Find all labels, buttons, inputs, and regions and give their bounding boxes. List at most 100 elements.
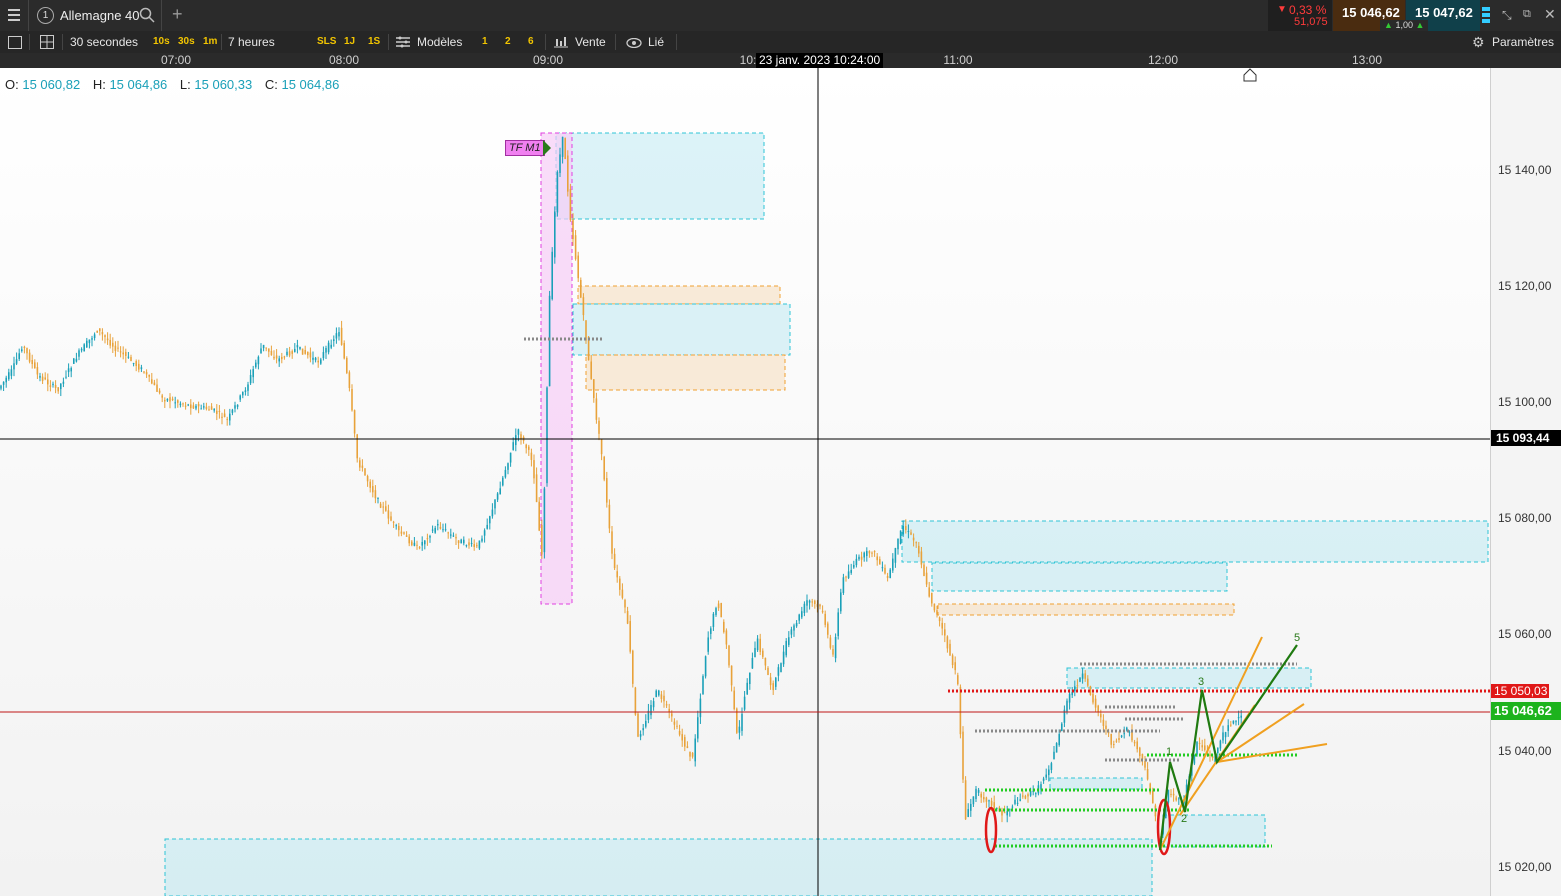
price-tick: 15 020,00 — [1498, 860, 1552, 874]
candle-body — [1204, 745, 1206, 750]
candle-body — [1123, 733, 1125, 735]
candle-body — [356, 434, 358, 459]
candle-body — [1024, 795, 1027, 799]
chart-area[interactable]: O: 15 060,82 H: 15 064,86 L: 15 060,33 C… — [0, 68, 1490, 896]
candle-body — [496, 493, 499, 500]
candle-body — [598, 420, 600, 434]
candle-body — [515, 435, 517, 446]
close-icon[interactable]: ✕ — [1544, 6, 1556, 23]
quick-interval-1m[interactable]: 1m — [203, 31, 217, 53]
quick-interval-30s[interactable]: 30s — [178, 31, 195, 53]
candle-body — [187, 404, 189, 406]
candle-body — [759, 638, 761, 652]
candle-body — [23, 346, 26, 348]
candle-body — [239, 395, 241, 400]
supply-demand-zone — [577, 285, 781, 305]
candle-body — [832, 649, 834, 655]
candle-body — [301, 348, 304, 355]
add-tab-icon[interactable]: + — [172, 4, 183, 25]
candle-body — [1097, 705, 1099, 713]
candle-body — [114, 345, 117, 351]
range-select[interactable]: 7 heures — [228, 31, 275, 53]
candle-body — [54, 384, 57, 389]
sell-button[interactable]: Vente — [575, 31, 606, 53]
candle-body — [1217, 747, 1219, 754]
candle-body — [398, 525, 400, 531]
candle-body — [244, 390, 247, 392]
candle-body — [837, 612, 839, 637]
candle-body — [491, 509, 494, 517]
quick-range-1j[interactable]: 1J — [344, 31, 355, 53]
candle-body — [1136, 741, 1138, 750]
settings-button[interactable]: Paramètres — [1492, 31, 1554, 53]
layout-grid-icon[interactable] — [40, 35, 54, 52]
search-icon[interactable] — [139, 7, 155, 26]
candle-body — [572, 219, 574, 240]
candle-body — [704, 656, 707, 677]
popout-icon[interactable]: ⧉ — [1523, 8, 1531, 21]
candle-body — [824, 613, 826, 625]
price-tick: 15 140,00 — [1498, 163, 1552, 177]
candle-body — [600, 439, 603, 455]
settings-gear-icon[interactable]: ⚙ — [1472, 34, 1485, 51]
candle-body — [416, 544, 418, 546]
ohlc-l-label: L: — [179, 77, 191, 92]
candle-body — [720, 603, 722, 618]
candle-body — [1100, 713, 1102, 718]
candle-body — [866, 550, 868, 556]
price-tick: 15 100,00 — [1498, 395, 1552, 409]
minimize-icon[interactable]: ⤡ — [1502, 8, 1512, 23]
candle-body — [265, 347, 267, 349]
candle-body — [676, 725, 678, 727]
candle-body — [221, 416, 223, 418]
candle-body — [603, 456, 605, 480]
candle-body — [1081, 673, 1084, 679]
candle-body — [270, 350, 273, 356]
templates-icon[interactable] — [396, 36, 410, 51]
candle-body — [5, 377, 7, 383]
eye-icon[interactable] — [626, 37, 642, 51]
candle-body — [951, 655, 954, 666]
candle-body — [569, 189, 572, 220]
menu-icon[interactable] — [8, 9, 20, 21]
candle-body — [520, 434, 522, 440]
tf-m1-tag[interactable]: TF M1 — [505, 140, 545, 156]
templates-button[interactable]: Modèles — [417, 31, 462, 53]
template-slot-6[interactable]: 6 — [528, 31, 534, 53]
quick-range-1s[interactable]: 1S — [368, 31, 380, 53]
candle-body — [624, 599, 626, 608]
candle-body — [424, 540, 426, 545]
candle-body — [593, 379, 595, 399]
candle-body — [158, 390, 161, 393]
candle-body — [931, 592, 933, 604]
supply-demand-zone — [931, 562, 1228, 592]
candle-body — [517, 429, 520, 435]
home-icon[interactable] — [1243, 68, 1257, 85]
candle-body — [372, 486, 374, 493]
candle-body — [821, 610, 824, 613]
time-axis[interactable]: 07:00 08:00 09:00 10: 11:00 12:00 13:00 … — [0, 53, 1490, 68]
candle-body — [574, 235, 577, 260]
candle-body — [73, 358, 75, 364]
sidebar-toggle-icon[interactable] — [8, 36, 22, 49]
price-chart[interactable] — [0, 68, 1490, 896]
candle-body — [1094, 698, 1097, 708]
quick-interval-10s[interactable]: 10s — [153, 31, 170, 53]
candle-body — [182, 403, 184, 405]
template-slot-2[interactable]: 2 — [505, 31, 511, 53]
candle-body — [132, 363, 135, 365]
interval-select[interactable]: 30 secondes — [70, 31, 138, 53]
candle-body — [1115, 740, 1118, 742]
quick-range-sls[interactable]: SLS — [317, 31, 336, 53]
price-axis[interactable]: 15 140,00 15 120,00 15 100,00 15 080,00 … — [1490, 68, 1561, 896]
linked-button[interactable]: Lié — [648, 31, 664, 53]
candle-body — [208, 409, 210, 411]
candle-body — [83, 344, 85, 352]
template-slot-1[interactable]: 1 — [482, 31, 488, 53]
candle-body — [746, 682, 748, 695]
sell-chart-icon[interactable] — [553, 36, 569, 51]
candle-body — [829, 637, 832, 648]
candle-body — [1196, 741, 1198, 755]
candle-body — [1167, 789, 1170, 803]
instrument-tab[interactable]: Allemagne 40 — [60, 8, 140, 23]
